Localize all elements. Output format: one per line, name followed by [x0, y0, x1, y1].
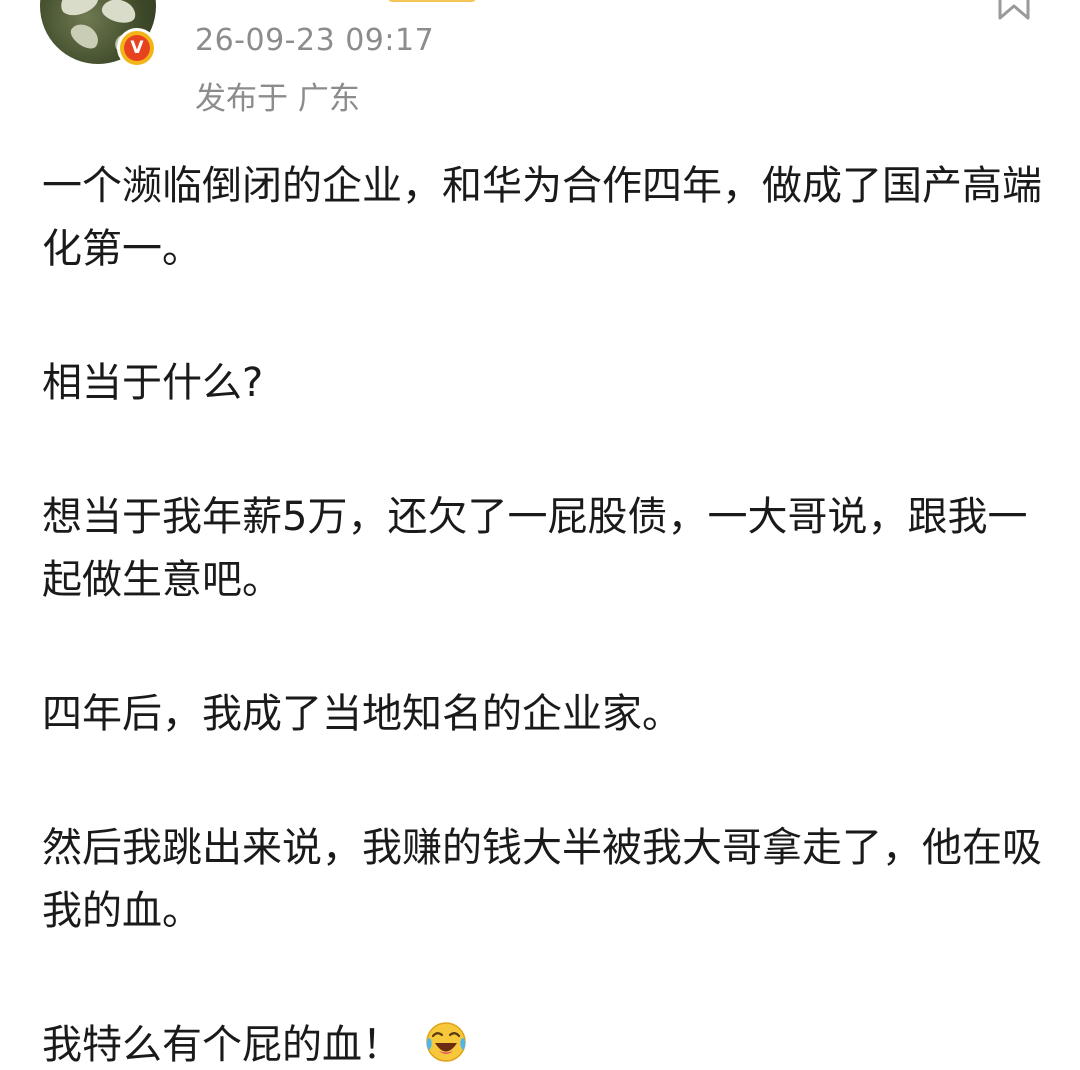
- post-paragraph: 四年后，我成了当地知名的企业家。: [42, 691, 682, 737]
- post-content: 一个濒临倒闭的企业，和华为合作四年，做成了国产高端化第一。 相当于什么? 想当于…: [42, 155, 1052, 1070]
- member-badge: [388, 0, 476, 2]
- post-paragraph: 相当于什么?: [42, 360, 264, 406]
- post-timestamp: 26-09-23 09:17: [195, 23, 435, 58]
- post-paragraph-text: 我特么有个屁的血！: [42, 1022, 402, 1068]
- post-paragraph: 一个濒临倒闭的企业，和华为合作四年，做成了国产高端化第一。: [42, 163, 1042, 272]
- verified-letter: V: [124, 35, 150, 61]
- bookmark-icon[interactable]: [994, 0, 1034, 22]
- post-paragraph: 然后我跳出来说，我赚的钱大半被我大哥拿走了，他在吸我的血。: [42, 825, 1042, 934]
- post-location: 发布于 广东: [195, 81, 360, 117]
- post-paragraph-last: 我特么有个屁的血！: [42, 1014, 1052, 1070]
- laughing-crying-emoji-icon: [426, 1022, 466, 1062]
- post-paragraph: 想当于我年薪5万，还欠了一屁股债，一大哥说，跟我一起做生意吧。: [42, 494, 1028, 603]
- verified-icon: V: [117, 28, 157, 68]
